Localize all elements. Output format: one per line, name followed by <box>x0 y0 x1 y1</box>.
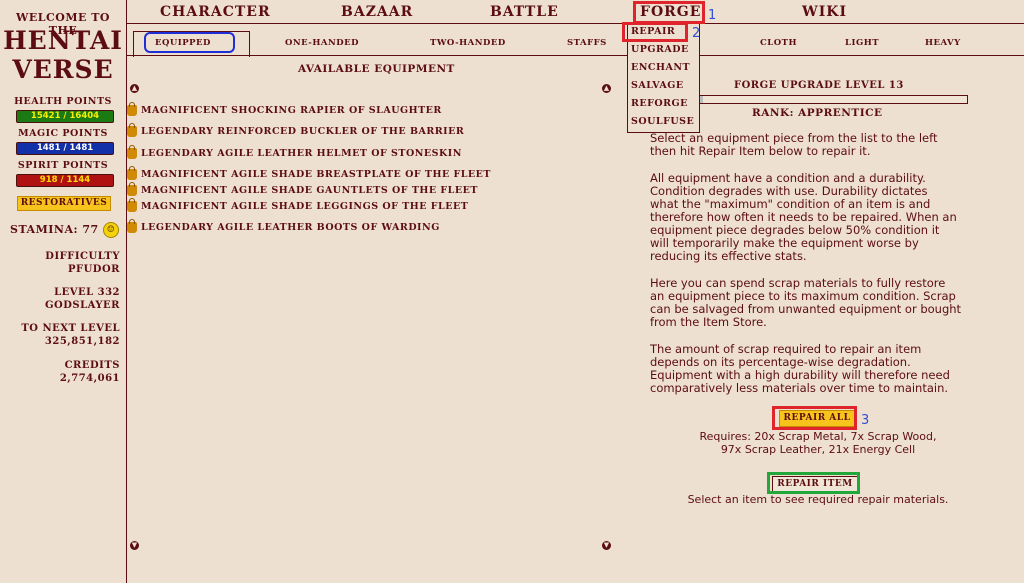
tab-one-handed[interactable]: ONE-HANDED <box>285 38 359 48</box>
equipment-item[interactable]: LEGENDARY AGILE LEATHER HELMET OF STONES… <box>127 145 462 159</box>
description-block-1: Select an equipment piece from the list … <box>650 131 938 158</box>
level-label: LEVEL 332 <box>54 287 120 298</box>
equipment-item[interactable]: MAGNIFICENT SHOCKING RAPIER OF SLAUGHTER <box>127 102 442 116</box>
select-item-hint: Select an item to see required repair ma… <box>687 493 949 506</box>
nav-divider <box>126 23 1024 24</box>
lock-icon <box>127 123 137 137</box>
equipment-item[interactable]: MAGNIFICENT AGILE SHADE BREASTPLATE OF T… <box>127 166 491 180</box>
smiley-icon: ☺ <box>103 222 120 238</box>
menu-item-enchant[interactable]: ENCHANT <box>631 62 690 73</box>
tab-light[interactable]: LIGHT <box>845 38 879 48</box>
tabs-divider <box>126 55 1024 56</box>
stamina: STAMINA: 77 ☺ <box>10 222 120 238</box>
next-level-value: 325,851,182 <box>44 336 120 347</box>
restoratives-button[interactable]: RESTORATIVES <box>17 196 111 211</box>
magic-bar: 1481 / 1481 <box>16 142 114 155</box>
menu-item-upgrade[interactable]: UPGRADE <box>631 44 689 55</box>
nav-bazaar[interactable]: BAZAAR <box>341 4 413 20</box>
sidebar: WELCOME TO THE HENTAI VERSE HEALTH POINT… <box>0 0 126 583</box>
menu-item-salvage[interactable]: SALVAGE <box>631 80 684 91</box>
next-level-label: TO NEXT LEVEL <box>21 323 120 334</box>
credits-label: CREDITS <box>64 360 120 371</box>
tab-two-handed[interactable]: TWO-HANDED <box>430 38 506 48</box>
description-block-2: All equipment have a condition and a dur… <box>650 171 957 263</box>
annotation-box-repair <box>622 22 688 42</box>
annotation-number-2: 2 <box>692 26 701 41</box>
sidebar-border <box>126 0 127 583</box>
menu-item-soulfuse[interactable]: SOULFUSE <box>631 116 694 127</box>
annotation-box-equipped <box>144 32 235 53</box>
lock-icon <box>127 166 137 180</box>
description-block-3: Here you can spend scrap materials to fu… <box>650 276 962 329</box>
annotation-box-repair-all <box>772 406 857 430</box>
menu-item-reforge[interactable]: REFORGE <box>631 98 688 109</box>
description-block-4: The amount of scrap required to repair a… <box>650 342 950 395</box>
annotation-box-forge <box>633 1 705 24</box>
annotation-number-3: 3 <box>861 413 870 428</box>
logo-line-2: VERSE <box>12 55 114 84</box>
nav-character[interactable]: CHARACTER <box>160 4 271 20</box>
annotation-number-1: 1 <box>708 8 717 23</box>
credits-value: 2,774,061 <box>59 373 120 384</box>
tab-heavy[interactable]: HEAVY <box>925 38 961 48</box>
level-title: GODSLAYER <box>44 300 120 311</box>
lock-icon <box>127 219 137 233</box>
scroll-down-icon[interactable]: ▼ <box>130 541 139 550</box>
scroll-down-icon-right[interactable]: ▼ <box>602 541 611 550</box>
logo-line-1: HENTAI <box>3 26 123 55</box>
magic-label: MAGIC POINTS <box>18 128 108 139</box>
health-label: HEALTH POINTS <box>14 96 112 107</box>
scroll-up-icon[interactable]: ▲ <box>130 84 139 93</box>
equipment-item[interactable]: LEGENDARY AGILE LEATHER BOOTS OF WARDING <box>127 219 440 233</box>
spirit-bar: 918 / 1144 <box>16 174 114 187</box>
spirit-label: SPIRIT POINTS <box>17 160 109 171</box>
nav-wiki[interactable]: WIKI <box>802 4 847 20</box>
repair-requirements: Requires: 20x Scrap Metal, 7x Scrap Wood… <box>699 430 937 456</box>
available-equipment-title: AVAILABLE EQUIPMENT <box>298 63 455 75</box>
difficulty-label: DIFFICULTY <box>45 251 120 262</box>
lock-icon <box>127 198 137 212</box>
tab-staffs[interactable]: STAFFS <box>567 38 607 48</box>
stamina-text: STAMINA: 77 <box>10 223 99 236</box>
lock-icon <box>127 145 137 159</box>
lock-icon <box>127 102 137 116</box>
scroll-up-icon-right[interactable]: ▲ <box>602 84 611 93</box>
annotation-box-repair-item <box>767 472 860 494</box>
tab-cloth[interactable]: CLOTH <box>760 38 797 48</box>
equipment-item[interactable]: MAGNIFICENT AGILE SHADE LEGGINGS OF THE … <box>127 198 468 212</box>
equipment-item[interactable]: LEGENDARY REINFORCED BUCKLER OF THE BARR… <box>127 123 464 137</box>
health-bar: 15421 / 16404 <box>16 110 114 123</box>
forge-upgrade-level: FORGE UPGRADE LEVEL 13 <box>734 80 904 91</box>
lock-icon <box>127 182 137 196</box>
forge-rank: RANK: APPRENTICE <box>752 107 883 119</box>
equipment-item[interactable]: MAGNIFICENT AGILE SHADE GAUNTLETS OF THE… <box>127 182 478 196</box>
difficulty-value: PFUDOR <box>67 264 120 275</box>
nav-battle[interactable]: BATTLE <box>490 4 559 20</box>
